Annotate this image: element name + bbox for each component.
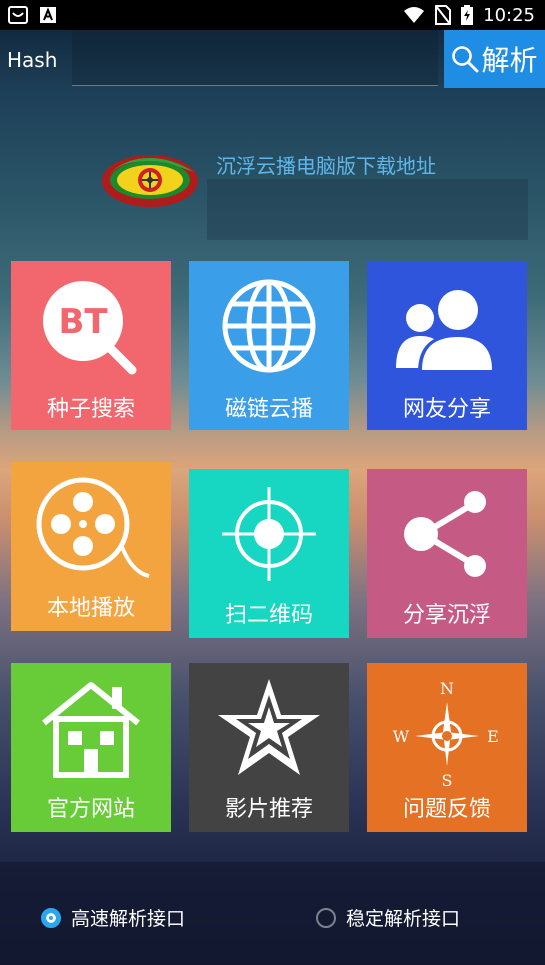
- tile-magnet-cloud[interactable]: 磁链云播: [189, 261, 349, 430]
- tile-label: 本地播放: [46, 596, 135, 621]
- notification-icon: [8, 6, 28, 24]
- users-icon: [367, 261, 527, 391]
- a-icon: [40, 7, 56, 23]
- parse-button-label: 解析: [481, 44, 538, 77]
- status-bar: 10:25: [0, 0, 545, 30]
- star-icon: [189, 663, 349, 793]
- tile-label: 磁链云播: [224, 397, 313, 422]
- tile-user-share[interactable]: 网友分享: [367, 261, 527, 430]
- tile-label: 问题反馈: [402, 797, 491, 822]
- compass-s: S: [442, 771, 453, 788]
- tile-label: 影片推荐: [224, 797, 313, 822]
- app-logo: [100, 148, 202, 214]
- hash-input[interactable]: [72, 30, 438, 86]
- hash-search-bar: Hash 解析: [0, 30, 545, 88]
- radio-unselected-icon: [316, 907, 336, 928]
- tile-share-app[interactable]: 分享沉浮: [367, 469, 527, 638]
- radio-high-speed[interactable]: 高速解析接口: [41, 904, 185, 931]
- radio-label: 稳定解析接口: [346, 908, 461, 930]
- banner-ad-area: [207, 179, 528, 240]
- pc-download-link[interactable]: 沉浮云播电脑版下载地址: [216, 150, 436, 179]
- crosshair-icon: [189, 469, 349, 599]
- radio-label: 高速解析接口: [71, 908, 186, 930]
- tile-official-site[interactable]: 官方网站: [11, 663, 171, 832]
- compass-icon: N S W E: [367, 663, 527, 793]
- tile-torrent-search[interactable]: BT 种子搜索: [11, 261, 171, 430]
- bt-search-icon: BT: [11, 261, 171, 391]
- bt-text: BT: [58, 302, 108, 342]
- tile-scan-qr[interactable]: 扫二维码: [189, 469, 349, 638]
- globe-icon: [189, 261, 349, 391]
- interface-selector: 高速解析接口 稳定解析接口: [0, 862, 545, 965]
- compass-n: N: [440, 679, 454, 698]
- wifi-icon: [404, 7, 425, 23]
- tile-movie-recommend[interactable]: 影片推荐: [189, 663, 349, 832]
- tile-label: 网友分享: [402, 397, 491, 422]
- home-icon: [11, 663, 171, 793]
- tile-label: 扫二维码: [224, 603, 313, 628]
- radio-selected-icon: [41, 907, 61, 928]
- tile-feedback[interactable]: N S W E 问题反馈: [367, 663, 527, 832]
- clock: 10:25: [483, 4, 535, 26]
- tile-label: 官方网站: [46, 797, 135, 822]
- share-icon: [367, 469, 527, 599]
- compass-e: E: [487, 727, 499, 746]
- tile-label: 种子搜索: [46, 397, 135, 422]
- tile-local-play[interactable]: 本地播放: [11, 462, 171, 631]
- battery-icon: [461, 5, 474, 25]
- download-banner: 沉浮云播电脑版下载地址: [0, 130, 545, 250]
- radio-stable[interactable]: 稳定解析接口: [316, 904, 460, 931]
- film-reel-icon: [11, 462, 171, 592]
- parse-button[interactable]: 解析: [444, 30, 545, 88]
- no-sim-icon: [435, 5, 452, 25]
- compass-w: W: [393, 727, 410, 746]
- search-icon: [452, 46, 479, 73]
- tile-label: 分享沉浮: [402, 603, 491, 628]
- hash-label: Hash: [7, 48, 58, 72]
